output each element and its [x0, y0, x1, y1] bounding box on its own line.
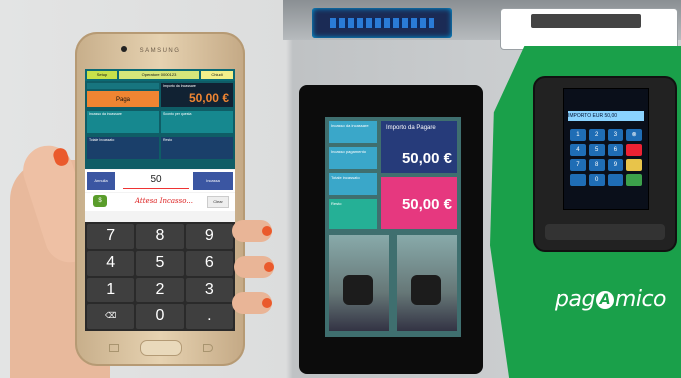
pos-key[interactable]: 7 — [570, 159, 586, 171]
card-slot — [545, 224, 665, 240]
kiosk-left-button[interactable]: Totale incassato — [329, 173, 377, 195]
incassa-button[interactable]: Incassa — [193, 172, 233, 190]
pos-key[interactable]: 1 — [570, 129, 586, 141]
key-decimal[interactable]: . — [185, 304, 233, 329]
pos-key[interactable] — [570, 174, 586, 186]
app-cell-top — [87, 83, 159, 89]
kiosk-left-button[interactable]: Incasso pagamento — [329, 147, 377, 169]
pos-screen: IMPORTO EUR 50,00 1 2 3 ⊗ 4 5 6 7 8 9 0 — [563, 88, 649, 210]
app-cell: Resto — [161, 137, 233, 159]
pos-key[interactable]: 2 — [588, 129, 605, 141]
kiosk-screen: Incasso da incassare Incasso pagamento T… — [325, 117, 461, 337]
importo-label: Importo da Incassare — [163, 84, 196, 88]
key-9[interactable]: 9 — [185, 224, 233, 249]
pos-key[interactable]: 4 — [570, 144, 586, 156]
brand-logo: pag Amico — [555, 287, 667, 312]
top-recess — [500, 8, 678, 50]
pos-ok-key[interactable] — [626, 174, 642, 186]
smartphone: SAMSUNG Setup Operatore 0000123 Chiudi P… — [75, 32, 245, 366]
brand-suffix: mico — [614, 287, 667, 312]
pos-key[interactable]: 5 — [588, 144, 605, 156]
key-4[interactable]: 4 — [87, 250, 135, 276]
pos-key[interactable]: 6 — [607, 144, 624, 156]
key-8[interactable]: 8 — [136, 224, 184, 249]
tab-setup[interactable]: Setup — [87, 71, 117, 79]
pos-key[interactable]: 3 — [607, 129, 624, 141]
pos-key[interactable]: 9 — [607, 159, 624, 171]
clear-button[interactable]: Clear — [207, 196, 229, 208]
pos-key[interactable]: 0 — [588, 174, 605, 186]
status-row: $ Attesa Incasso... Clear — [85, 193, 235, 211]
kiosk-amount-card: Importo da Pagare 50,00 € — [381, 121, 457, 173]
pos-screen-text: IMPORTO EUR 50,00 — [568, 111, 644, 121]
annulla-button[interactable]: Annulla — [87, 172, 115, 190]
importo-panel: Importo da Incassare 50,00 € — [161, 83, 233, 107]
kiosk-photo-right — [397, 235, 457, 331]
amount-input-row: Annulla 50 Incassa — [85, 170, 235, 192]
finger-nail — [264, 262, 274, 272]
app-cell: Sconto per questa — [161, 111, 233, 133]
tab-chiudi[interactable]: Chiudi — [201, 71, 233, 79]
backspace-icon[interactable]: ⌫ — [87, 304, 135, 329]
kiosk-left-button[interactable]: Incasso da incassare — [329, 121, 377, 143]
kiosk-amount-value: 50,00 € — [401, 150, 452, 167]
importo-value: 50,00 € — [188, 91, 229, 105]
back-icon[interactable] — [203, 344, 213, 352]
amount-input[interactable]: 50 — [123, 174, 189, 189]
app-cell: Incasso da incassare — [87, 111, 159, 133]
app-header: Setup Operatore 0000123 Chiudi — [85, 69, 235, 81]
pos-terminal: IMPORTO EUR 50,00 1 2 3 ⊗ 4 5 6 7 8 9 0 — [535, 78, 675, 250]
pos-keypad: 1 2 3 ⊗ 4 5 6 7 8 9 0 — [570, 129, 642, 186]
app-cell: Totale Incassato — [87, 137, 159, 159]
pos-clear-key[interactable] — [626, 159, 642, 171]
app-body: Paga Importo da Incassare 50,00 € Incass… — [85, 81, 235, 169]
phone-brand: SAMSUNG — [139, 48, 181, 54]
kiosk-amount-label: Importo da Pagare — [386, 125, 436, 131]
dollar-icon: $ — [93, 195, 107, 207]
key-0[interactable]: 0 — [136, 304, 184, 329]
brand-mark: A — [595, 291, 614, 309]
numeric-keypad: 7 8 9 4 5 6 1 2 3 ⌫ 0 . — [85, 222, 235, 331]
kiosk-amount-value-2: 50,00 € — [401, 196, 452, 213]
kiosk-amount-card-pink: 50,00 € — [381, 177, 457, 229]
tab-operatore[interactable]: Operatore 0000123 — [119, 71, 199, 79]
key-5[interactable]: 5 — [136, 250, 184, 276]
pos-key[interactable]: 8 — [588, 159, 605, 171]
kiosk-photo-left — [329, 235, 389, 331]
pos-key[interactable] — [607, 174, 624, 186]
key-2[interactable]: 2 — [136, 277, 184, 303]
kiosk-left-button[interactable]: Resto — [329, 199, 377, 229]
home-button[interactable] — [140, 340, 182, 356]
pos-cancel-key[interactable] — [626, 144, 642, 156]
status-text: Attesa Incasso... — [135, 197, 194, 205]
pos-key[interactable]: ⊗ — [626, 129, 642, 141]
finger-nail — [262, 298, 272, 308]
phone-screen: Setup Operatore 0000123 Chiudi Paga Impo… — [85, 69, 235, 331]
photo-scene: IMPORTO EUR 50,00 1 2 3 ⊗ 4 5 6 7 8 9 0 — [0, 0, 681, 378]
paga-button[interactable]: Paga — [87, 91, 159, 107]
key-3[interactable]: 3 — [185, 277, 233, 303]
key-1[interactable]: 1 — [87, 277, 135, 303]
key-6[interactable]: 6 — [185, 250, 233, 276]
brand-prefix: pag — [555, 287, 595, 312]
key-7[interactable]: 7 — [87, 224, 135, 249]
coin-slot — [312, 8, 452, 38]
recent-apps-icon[interactable] — [109, 344, 119, 352]
finger-nail — [262, 226, 272, 236]
